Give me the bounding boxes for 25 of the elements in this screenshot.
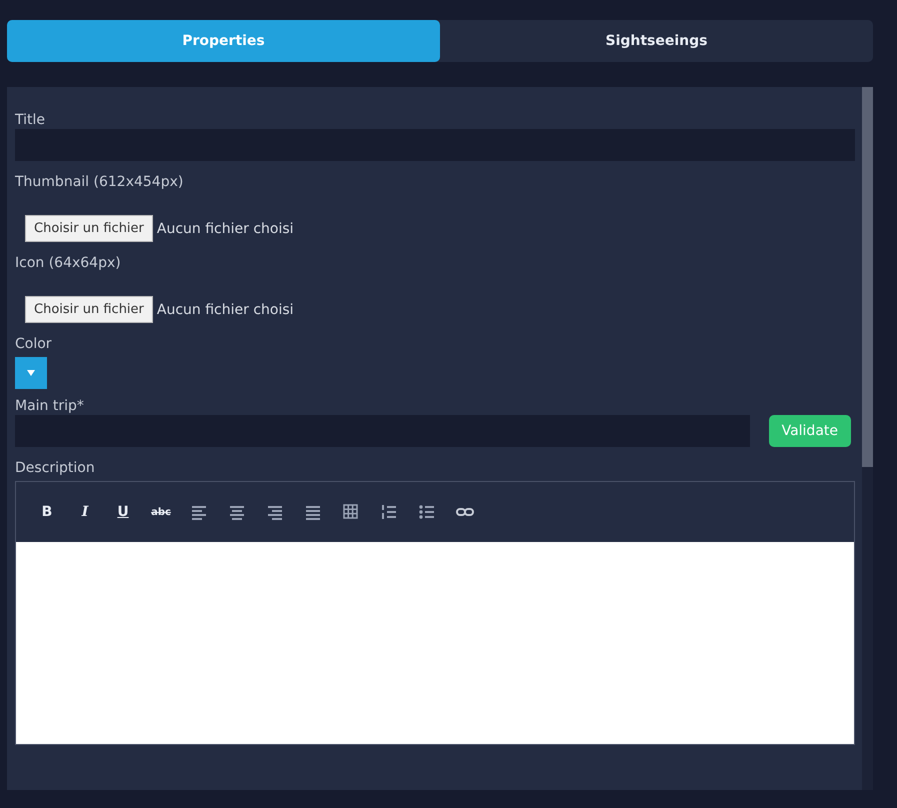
strike-button[interactable]: abc [142,497,180,527]
scrollbar[interactable] [862,87,873,790]
underline-button[interactable]: U [104,497,142,527]
bold-button[interactable]: B [28,497,66,527]
justify-icon [304,504,322,520]
bullet-list-icon [418,504,436,520]
file-status: Aucun fichier choisi [156,220,294,236]
field-label: Title [15,111,46,129]
field-label: Color [15,335,53,353]
table-icon [342,504,360,520]
file-status: Aucun fichier choisi [156,302,294,318]
align-left-icon [190,504,208,520]
choose-file-button[interactable]: Choisir un fichier [25,215,153,242]
field-label: Icon (64x64px) [15,254,122,272]
align-center-icon [228,504,246,520]
align-right-icon [266,504,284,520]
choose-file-button[interactable]: Choisir un fichier [25,296,153,323]
field-label: Main trip* [15,397,85,415]
italic-button[interactable]: I [66,497,104,527]
field-label: Thumbnail (612x454px) [15,173,184,191]
tab[interactable]: Sightseeings [440,20,873,62]
caret-icon [27,370,35,376]
color-picker[interactable] [15,357,47,389]
field-label: Description [15,459,96,477]
numbered-list-icon [380,504,398,520]
